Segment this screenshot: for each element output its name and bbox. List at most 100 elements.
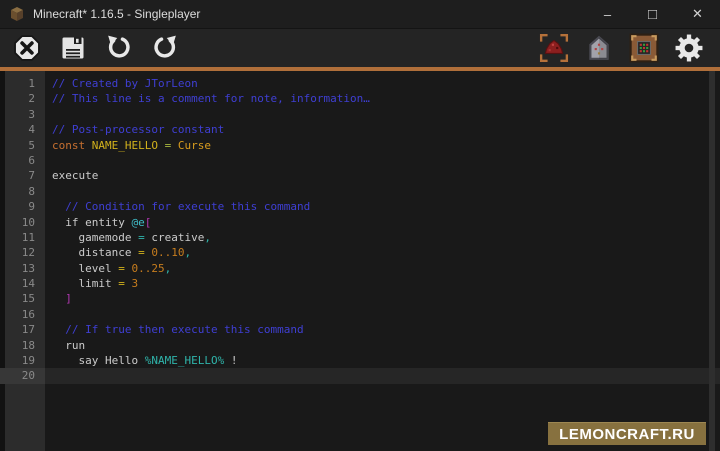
code-line[interactable]: 9 // Condition for execute this command	[0, 199, 720, 214]
line-number: 6	[0, 153, 45, 168]
line-content: execute	[45, 168, 720, 183]
line-content: if entity @e[	[45, 215, 720, 230]
code-segment: ,	[165, 262, 172, 275]
code-line[interactable]: 10 if entity @e[	[0, 215, 720, 230]
line-number: 15	[0, 291, 45, 306]
line-content	[45, 184, 720, 199]
line-number: 5	[0, 138, 45, 153]
line-number: 9	[0, 199, 45, 214]
line-content: level = 0..25,	[45, 261, 720, 276]
line-content	[45, 307, 720, 322]
code-segment: // This line is a comment for note, info…	[52, 92, 370, 105]
code-line[interactable]: 17 // If true then execute this command	[0, 322, 720, 337]
line-number: 17	[0, 322, 45, 337]
close-button[interactable]: ✕	[675, 0, 720, 28]
toolbar-left-group	[0, 29, 184, 67]
line-number: 8	[0, 184, 45, 199]
code-line[interactable]: 14 limit = 3	[0, 276, 720, 291]
line-content: limit = 3	[45, 276, 720, 291]
undo-icon	[106, 35, 132, 61]
code-segment: =	[138, 246, 145, 259]
code-segment: // Post-processor constant	[52, 123, 224, 136]
code-segment: =	[158, 139, 178, 152]
code-segment: ]	[52, 292, 72, 305]
line-content: gamemode = creative,	[45, 230, 720, 245]
code-line[interactable]: 20	[0, 368, 720, 383]
titlebar[interactable]: Minecraft* 1.16.5 - Singleplayer – □ ✕	[0, 0, 720, 28]
code-segment: [	[145, 216, 152, 229]
settings-gear-icon	[675, 34, 703, 62]
code-segment: run	[52, 339, 85, 352]
line-content: // If true then execute this command	[45, 322, 720, 337]
code-segment: %NAME_HELLO%	[145, 354, 224, 367]
stop-close-button[interactable]	[8, 29, 46, 67]
code-segment: !	[224, 354, 237, 367]
code-line[interactable]: 1 // Created by JTorLeon	[0, 76, 720, 91]
code-line[interactable]: 13 level = 0..25,	[0, 261, 720, 276]
minecraft-block-icon	[9, 6, 25, 22]
redo-icon	[152, 35, 178, 61]
armor-home-icon	[585, 34, 613, 62]
toolbar	[0, 28, 720, 67]
code-segment: @e	[131, 216, 144, 229]
save-icon	[60, 35, 86, 61]
code-segment: const	[52, 139, 92, 152]
minimize-button[interactable]: –	[585, 0, 630, 28]
code-line[interactable]: 3	[0, 107, 720, 122]
redstone-selected-icon	[539, 33, 569, 63]
code-line[interactable]: 16	[0, 307, 720, 322]
code-segment: NAME_HELLO	[92, 139, 158, 152]
save-button[interactable]	[54, 29, 92, 67]
line-number: 1	[0, 76, 45, 91]
code-line[interactable]: 11 gamemode = creative,	[0, 230, 720, 245]
line-number: 20	[0, 368, 45, 383]
line-content	[45, 153, 720, 168]
line-number: 10	[0, 215, 45, 230]
code-segment: 3	[131, 277, 138, 290]
code-segment: =	[138, 231, 145, 244]
code-line[interactable]: 15 ]	[0, 291, 720, 306]
code-line[interactable]: 8	[0, 184, 720, 199]
line-number: 2	[0, 91, 45, 106]
undo-button[interactable]	[100, 29, 138, 67]
redo-button[interactable]	[146, 29, 184, 67]
code-line[interactable]: 5const NAME_HELLO = Curse	[0, 138, 720, 153]
window-title: Minecraft* 1.16.5 - Singleplayer	[33, 7, 585, 21]
redstone-selected-button[interactable]	[535, 29, 573, 67]
line-content: // This line is a comment for note, info…	[45, 91, 720, 106]
code-segment: distance	[52, 246, 138, 259]
code-segment: // Condition for execute this command	[52, 200, 310, 213]
vertical-scrollbar[interactable]	[709, 71, 715, 451]
settings-button[interactable]	[670, 29, 708, 67]
code-segment: gamemode	[52, 231, 138, 244]
code-line[interactable]: 18 run	[0, 338, 720, 353]
code-segment: =	[118, 262, 125, 275]
stop-close-icon	[14, 35, 40, 61]
code-segment: limit	[52, 277, 118, 290]
line-number: 3	[0, 107, 45, 122]
code-line[interactable]: 12 distance = 0..10,	[0, 245, 720, 260]
code-line[interactable]: 7execute	[0, 168, 720, 183]
watermark-banner: LEMONCRAFT.RU	[548, 422, 706, 445]
code-segment: ,	[184, 246, 191, 259]
code-line[interactable]: 4 // Post-processor constant	[0, 122, 720, 137]
maximize-button[interactable]: □	[630, 0, 675, 28]
line-number: 12	[0, 245, 45, 260]
code-editor[interactable]: 1 // Created by JTorLeon 2 // This line is …	[0, 71, 720, 451]
code-line[interactable]: 6	[0, 153, 720, 168]
code-line[interactable]: 19 say Hello %NAME_HELLO% !	[0, 353, 720, 368]
crafting-config-button[interactable]	[625, 29, 663, 67]
line-number: 11	[0, 230, 45, 245]
code-segment: // Created by JTorLeon	[52, 77, 198, 90]
code-segment: say Hello	[52, 354, 145, 367]
line-number: 4	[0, 122, 45, 137]
code-lines: 1 // Created by JTorLeon 2 // This line is …	[0, 71, 720, 384]
line-content	[45, 107, 720, 122]
line-number: 13	[0, 261, 45, 276]
line-content	[45, 368, 720, 383]
armor-home-button[interactable]	[580, 29, 618, 67]
code-segment: 0..10	[151, 246, 184, 259]
line-content: const NAME_HELLO = Curse	[45, 138, 720, 153]
code-line[interactable]: 2 // This line is a comment for note, inf…	[0, 91, 720, 106]
line-content: // Post-processor constant	[45, 122, 720, 137]
